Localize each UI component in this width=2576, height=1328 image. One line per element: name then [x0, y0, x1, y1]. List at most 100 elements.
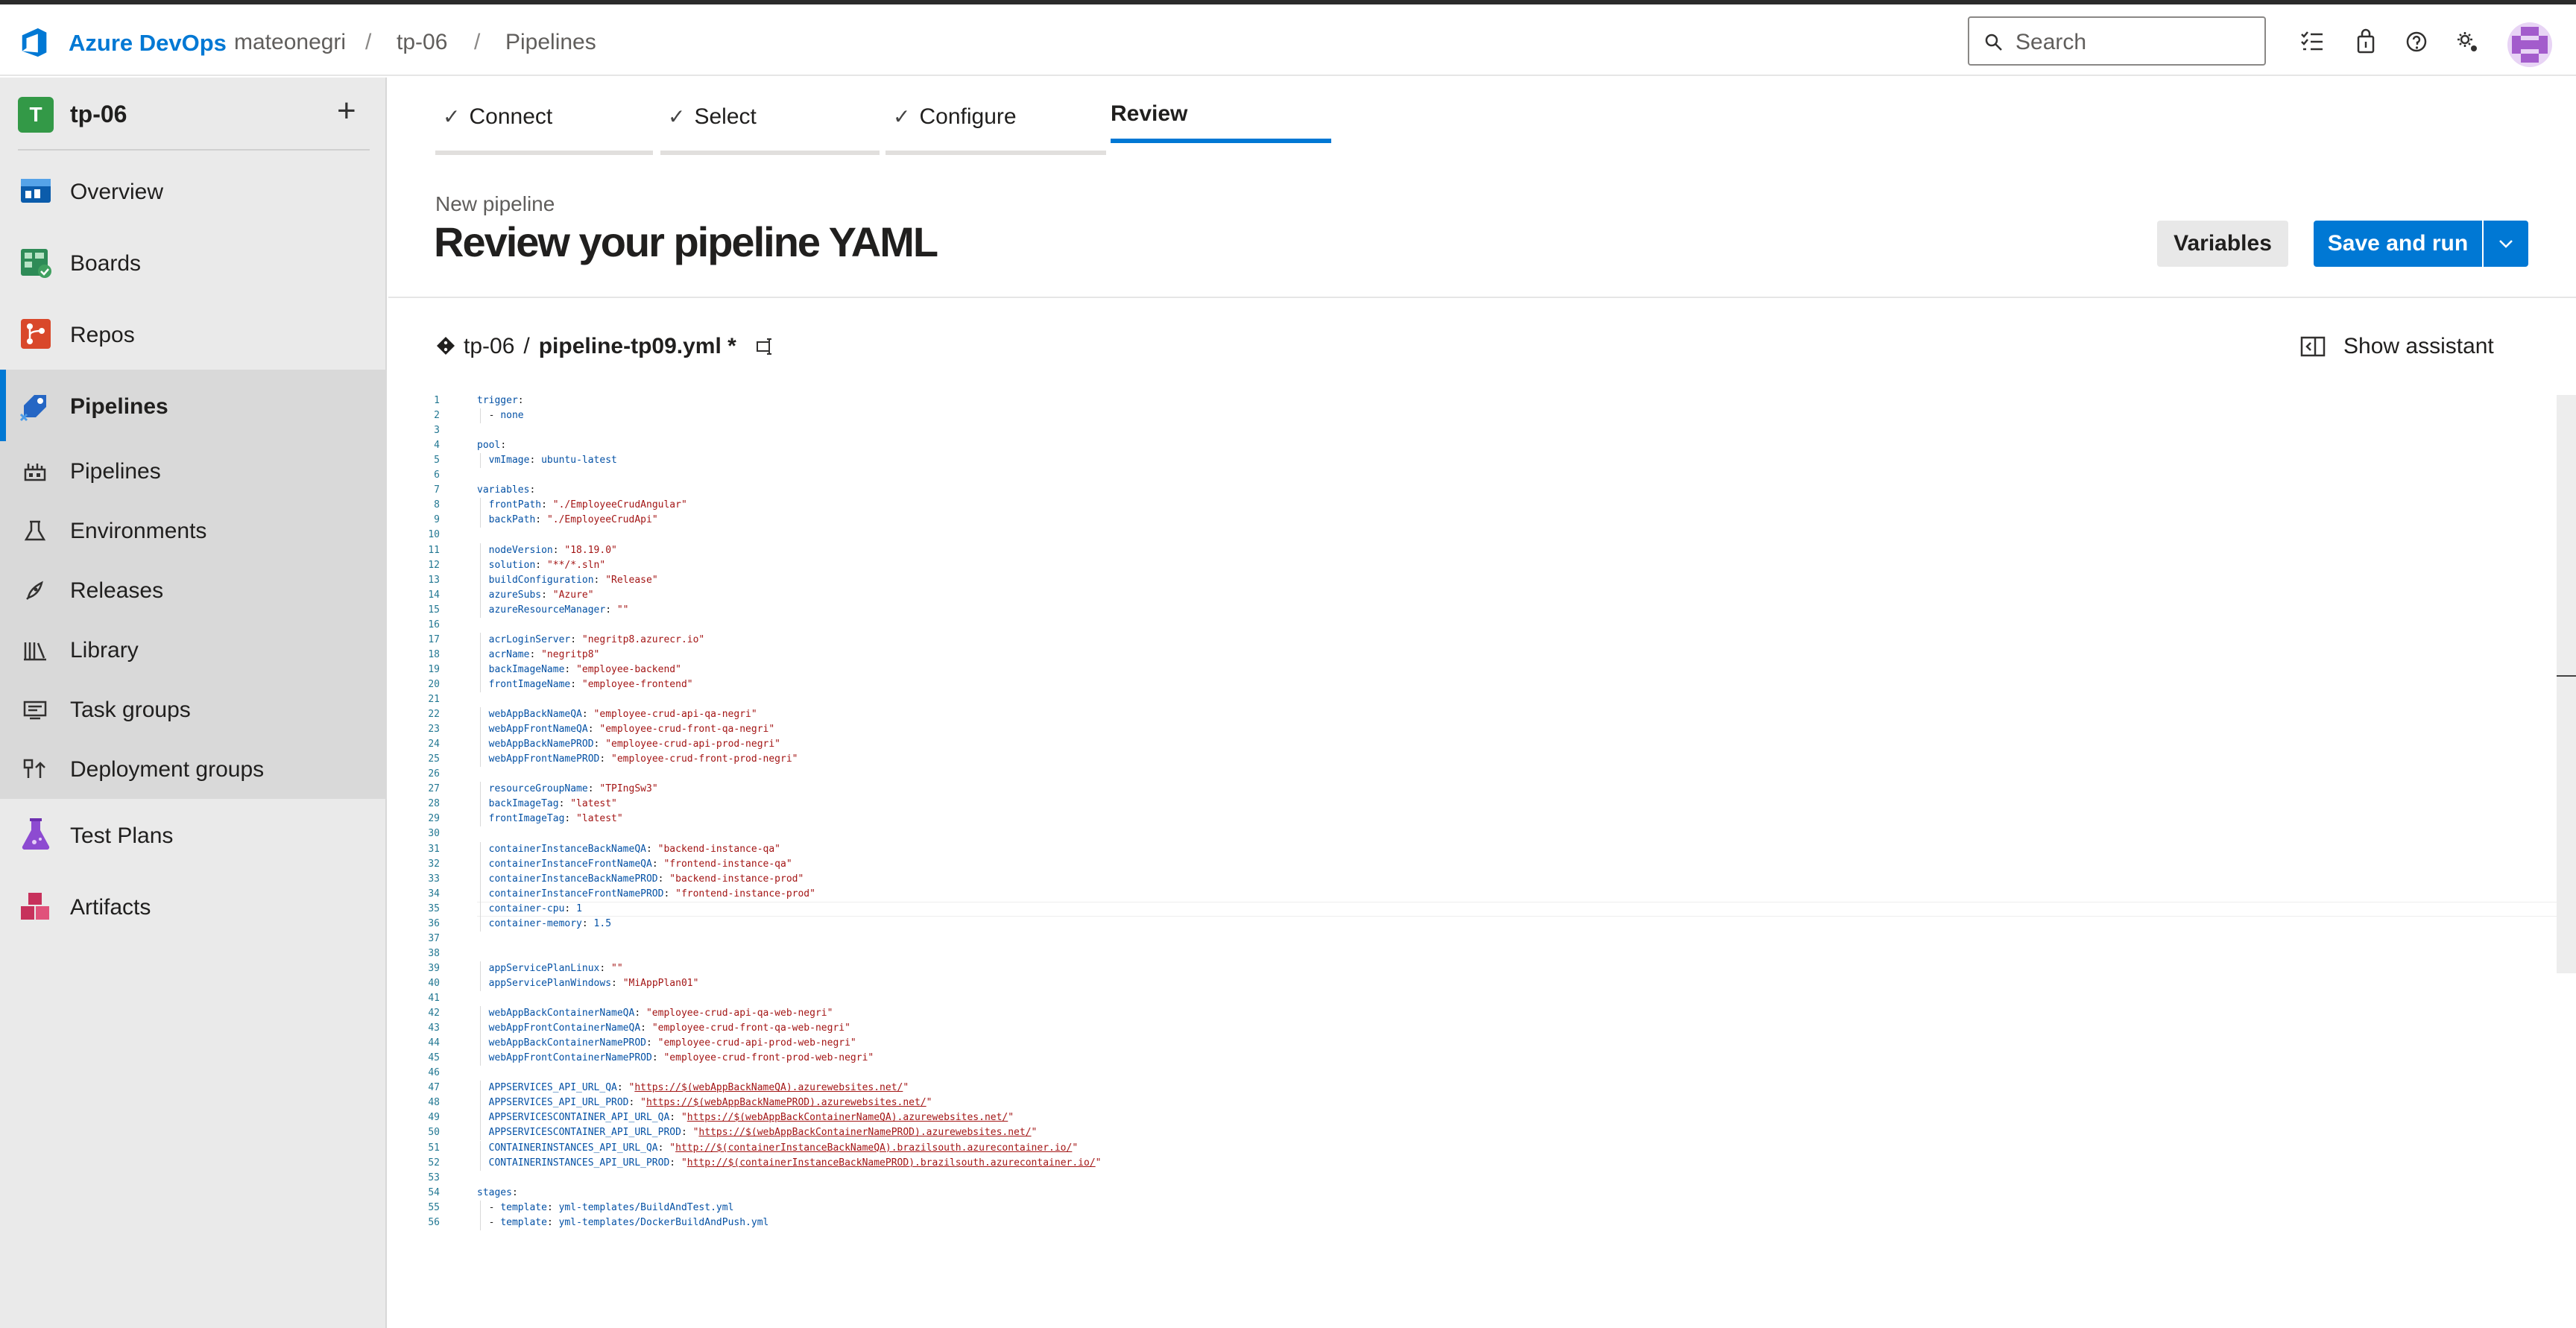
file-name[interactable]: pipeline-tp09.yml *: [539, 334, 736, 358]
avatar[interactable]: [2507, 22, 2552, 67]
code-line[interactable]: 44 webAppBackContainerNamePROD: "employe…: [417, 1036, 2564, 1051]
breadcrumb-project[interactable]: tp-06: [397, 30, 447, 55]
step-select[interactable]: ✓ Select: [668, 104, 757, 130]
sidebar-item-repos[interactable]: Repos: [0, 298, 387, 370]
code-line[interactable]: 22 webAppBackNameQA: "employee-crud-api-…: [417, 707, 2564, 722]
code-text[interactable]: azureSubs: "Azure": [477, 588, 594, 603]
code-text[interactable]: - template: yml-templates/DockerBuildAnd…: [477, 1215, 769, 1230]
code-text[interactable]: APPSERVICES_API_URL_QA: "https://$(webAp…: [477, 1081, 909, 1095]
code-text[interactable]: webAppFrontContainerNamePROD: "employee-…: [477, 1051, 874, 1066]
sidebar-item-test-plans[interactable]: Test Plans: [0, 799, 387, 870]
code-line[interactable]: 10: [417, 528, 2564, 543]
code-line[interactable]: 51 CONTAINERINSTANCES_API_URL_QA: "http:…: [417, 1141, 2564, 1156]
code-text[interactable]: variables:: [477, 483, 535, 498]
code-line[interactable]: 8 frontPath: "./EmployeeCrudAngular": [417, 498, 2564, 513]
code-line[interactable]: 47 APPSERVICES_API_URL_QA: "https://$(we…: [417, 1081, 2564, 1095]
save-and-run-button[interactable]: Save and run: [2314, 221, 2482, 267]
code-text[interactable]: resourceGroupName: "TPIngSw3": [477, 782, 658, 797]
user-settings-icon[interactable]: [2452, 27, 2482, 57]
code-line[interactable]: 53: [417, 1171, 2564, 1186]
step-configure[interactable]: ✓ Configure: [893, 104, 1017, 130]
code-line[interactable]: 30: [417, 826, 2564, 841]
project-name[interactable]: tp-06: [70, 101, 127, 128]
code-line[interactable]: 26: [417, 767, 2564, 782]
editor-scrollbar[interactable]: [2557, 395, 2576, 973]
code-text[interactable]: container-cpu: 1: [477, 902, 582, 917]
code-line[interactable]: 9 backPath: "./EmployeeCrudApi": [417, 513, 2564, 528]
repo-name[interactable]: tp-06: [464, 334, 514, 358]
code-text[interactable]: CONTAINERINSTANCES_API_URL_PROD: "http:/…: [477, 1156, 1102, 1171]
code-line[interactable]: 5 vmImage: ubuntu-latest: [417, 453, 2564, 468]
code-text[interactable]: vmImage: ubuntu-latest: [477, 453, 617, 468]
sidebar-item-artifacts[interactable]: Artifacts: [0, 870, 387, 942]
code-text[interactable]: webAppBackContainerNameQA: "employee-cru…: [477, 1006, 833, 1021]
brand-link[interactable]: Azure DevOps: [69, 30, 227, 57]
code-line[interactable]: 55 - template: yml-templates/BuildAndTes…: [417, 1201, 2564, 1215]
sidebar-item-boards[interactable]: Boards: [0, 227, 387, 298]
code-line[interactable]: 52 CONTAINERINSTANCES_API_URL_PROD: "htt…: [417, 1156, 2564, 1171]
help-icon[interactable]: [2402, 27, 2431, 57]
code-text[interactable]: webAppFrontNameQA: "employee-crud-front-…: [477, 722, 775, 737]
step-connect[interactable]: ✓ Connect: [443, 104, 552, 130]
code-text[interactable]: buildConfiguration: "Release": [477, 573, 658, 588]
code-text[interactable]: webAppFrontNamePROD: "employee-crud-fron…: [477, 752, 798, 767]
code-line[interactable]: 40 appServicePlanWindows: "MiAppPlan01": [417, 976, 2564, 991]
code-line[interactable]: 18 acrName: "negritp8": [417, 648, 2564, 663]
code-text[interactable]: pool:: [477, 438, 506, 453]
code-text[interactable]: webAppBackNamePROD: "employee-crud-api-p…: [477, 737, 780, 752]
marketplace-bag-icon[interactable]: [2351, 27, 2381, 57]
code-line[interactable]: 1 trigger:: [417, 393, 2564, 408]
code-line[interactable]: 21: [417, 692, 2564, 707]
code-text[interactable]: appServicePlanWindows: "MiAppPlan01": [477, 976, 699, 991]
code-line[interactable]: 50 APPSERVICESCONTAINER_API_URL_PROD: "h…: [417, 1125, 2564, 1140]
code-text[interactable]: stages:: [477, 1186, 518, 1201]
code-line[interactable]: 7 variables:: [417, 483, 2564, 498]
sidebar-subitem-pipelines[interactable]: Pipelines: [0, 441, 387, 501]
breadcrumb-organization[interactable]: mateonegri: [234, 30, 346, 55]
code-text[interactable]: webAppBackContainerNamePROD: "employee-c…: [477, 1036, 856, 1051]
code-line[interactable]: 45 webAppFrontContainerNamePROD: "employ…: [417, 1051, 2564, 1066]
code-line[interactable]: 14 azureSubs: "Azure": [417, 588, 2564, 603]
work-items-icon[interactable]: [2297, 27, 2327, 57]
code-line[interactable]: 37: [417, 932, 2564, 946]
code-text[interactable]: container-memory: 1.5: [477, 917, 611, 932]
code-line[interactable]: 42 webAppBackContainerNameQA: "employee-…: [417, 1006, 2564, 1021]
code-text[interactable]: frontImageTag: "latest": [477, 812, 623, 826]
yaml-editor[interactable]: 1 trigger: 2 - none 3 4 pool: 5 vmImage: ubunt…: [417, 393, 2564, 1236]
code-text[interactable]: acrName: "negritp8": [477, 648, 600, 663]
sidebar-item-pipelines[interactable]: Pipelines: [0, 370, 387, 441]
code-text[interactable]: backPath: "./EmployeeCrudApi": [477, 513, 658, 528]
code-line[interactable]: 36 container-memory: 1.5: [417, 917, 2564, 932]
sidebar-item-overview[interactable]: Overview: [0, 155, 387, 227]
code-text[interactable]: APPSERVICESCONTAINER_API_URL_QA: "https:…: [477, 1110, 1014, 1125]
code-text[interactable]: webAppFrontContainerNameQA: "employee-cr…: [477, 1021, 850, 1036]
code-line[interactable]: 39 appServicePlanLinux: "": [417, 961, 2564, 976]
rename-file-icon[interactable]: [754, 336, 775, 357]
code-line[interactable]: 11 nodeVersion: "18.19.0": [417, 543, 2564, 558]
code-text[interactable]: trigger:: [477, 393, 524, 408]
code-text[interactable]: backImageName: "employee-backend": [477, 663, 681, 677]
code-line[interactable]: 35 container-cpu: 1: [417, 902, 2564, 917]
code-line[interactable]: 17 acrLoginServer: "negritp8.azurecr.io": [417, 633, 2564, 648]
code-text[interactable]: azureResourceManager: "": [477, 603, 629, 618]
code-line[interactable]: 33 containerInstanceBackNamePROD: "backe…: [417, 872, 2564, 887]
code-line[interactable]: 31 containerInstanceBackNameQA: "backend…: [417, 842, 2564, 857]
code-line[interactable]: 12 solution: "**/*.sln": [417, 558, 2564, 573]
sidebar-subitem-environments[interactable]: Environments: [0, 501, 387, 560]
search-input[interactable]: Search: [1968, 16, 2266, 66]
step-review[interactable]: Review: [1111, 101, 1187, 127]
code-text[interactable]: frontPath: "./EmployeeCrudAngular": [477, 498, 687, 513]
code-line[interactable]: 2 - none: [417, 408, 2564, 423]
code-line[interactable]: 16: [417, 618, 2564, 633]
code-text[interactable]: containerInstanceFrontNamePROD: "fronten…: [477, 887, 815, 902]
code-line[interactable]: 54 stages:: [417, 1186, 2564, 1201]
add-new-button[interactable]: +: [337, 92, 356, 130]
project-header[interactable]: T tp-06 +: [0, 78, 387, 149]
code-text[interactable]: - none: [477, 408, 524, 423]
code-text[interactable]: webAppBackNameQA: "employee-crud-api-qa-…: [477, 707, 757, 722]
azure-devops-logo-icon[interactable]: [18, 25, 52, 60]
code-line[interactable]: 27 resourceGroupName: "TPIngSw3": [417, 782, 2564, 797]
code-line[interactable]: 48 APPSERVICES_API_URL_PROD: "https://$(…: [417, 1095, 2564, 1110]
code-text[interactable]: containerInstanceBackNameQA: "backend-in…: [477, 842, 780, 857]
code-text[interactable]: - template: yml-templates/BuildAndTest.y…: [477, 1201, 734, 1215]
